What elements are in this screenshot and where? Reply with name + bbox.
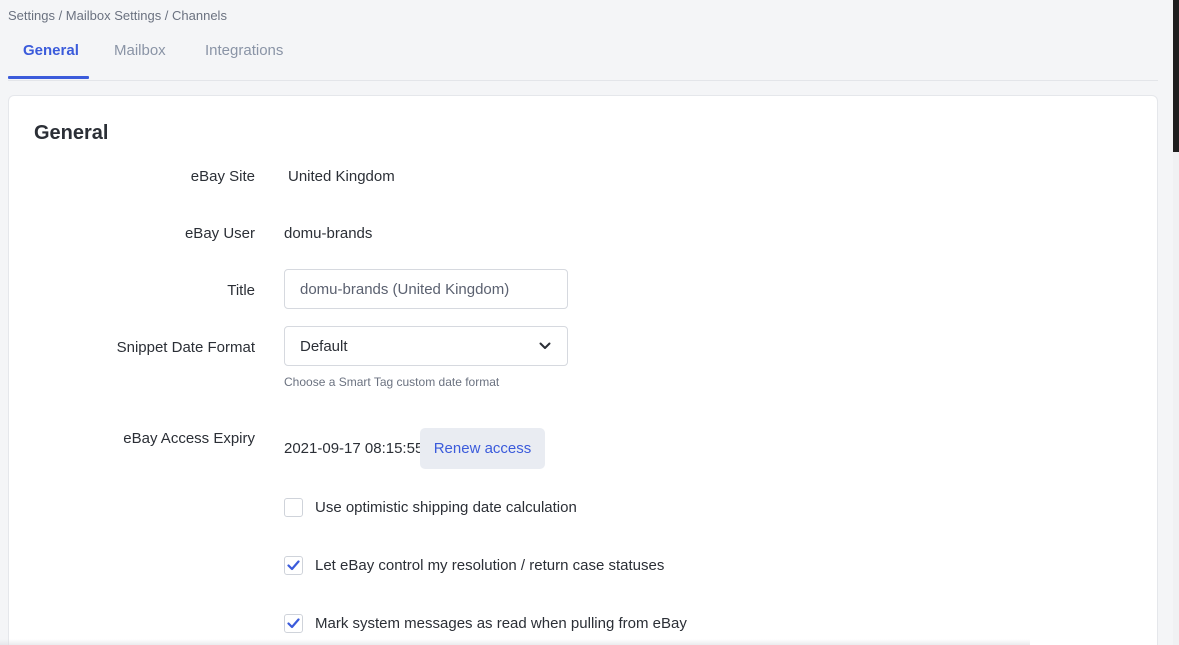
title-input-value: domu-brands (United Kingdom): [300, 280, 510, 298]
breadcrumb: Settings / Mailbox Settings / Channels: [8, 8, 227, 23]
ebay-user-label: eBay User: [184, 225, 255, 242]
snippet-date-format-help: Choose a Smart Tag custom date format: [284, 375, 500, 389]
ebay-user-value: domu-brands: [284, 225, 373, 242]
chevron-down-icon: [539, 342, 551, 349]
tab-mailbox[interactable]: Mailbox: [114, 42, 166, 59]
active-tab-indicator: [8, 76, 89, 79]
ebay-site-label: eBay Site: [190, 168, 255, 185]
mark-system-messages-option[interactable]: Mark system messages as read when pullin…: [284, 612, 687, 634]
general-settings-card: General eBay Site United Kingdom eBay Us…: [8, 95, 1158, 645]
renew-access-label: Renew access: [433, 440, 532, 457]
tab-general[interactable]: General: [23, 42, 79, 59]
checkmark-icon: [287, 559, 300, 570]
ebay-control-resolution-checkbox[interactable]: [284, 555, 303, 575]
ebay-site-value: United Kingdom: [288, 168, 395, 185]
optimistic-shipping-option[interactable]: Use optimistic shipping date calculation: [284, 496, 577, 518]
access-expiry-label: eBay Access Expiry: [123, 430, 255, 447]
renew-access-button[interactable]: Renew access: [420, 428, 545, 469]
ebay-control-resolution-option[interactable]: Let eBay control my resolution / return …: [284, 554, 664, 576]
page-scrollbar[interactable]: [1173, 0, 1179, 645]
bottom-fade: [0, 639, 1030, 645]
title-label: Title: [227, 282, 255, 299]
section-title: General: [34, 122, 109, 144]
snippet-date-format-label: Snippet Date Format: [116, 339, 255, 356]
optimistic-shipping-label: Use optimistic shipping date calculation: [315, 498, 577, 516]
mark-system-messages-checkbox[interactable]: [284, 613, 303, 633]
settings-page: Settings / Mailbox Settings / Channels G…: [0, 0, 1179, 645]
title-input[interactable]: domu-brands (United Kingdom): [284, 269, 568, 309]
access-expiry-value: 2021-09-17 08:15:55: [284, 440, 424, 457]
snippet-date-format-select[interactable]: Default: [284, 326, 568, 366]
tab-integrations[interactable]: Integrations: [205, 42, 283, 59]
scrollbar-thumb[interactable]: [1173, 0, 1179, 152]
mark-system-messages-label: Mark system messages as read when pullin…: [315, 614, 687, 632]
checkmark-icon: [287, 617, 300, 628]
snippet-date-format-value: Default: [300, 337, 348, 355]
tab-bar: General Mailbox Integrations: [8, 30, 1158, 81]
ebay-control-resolution-label: Let eBay control my resolution / return …: [315, 556, 665, 574]
optimistic-shipping-checkbox[interactable]: [284, 497, 303, 517]
